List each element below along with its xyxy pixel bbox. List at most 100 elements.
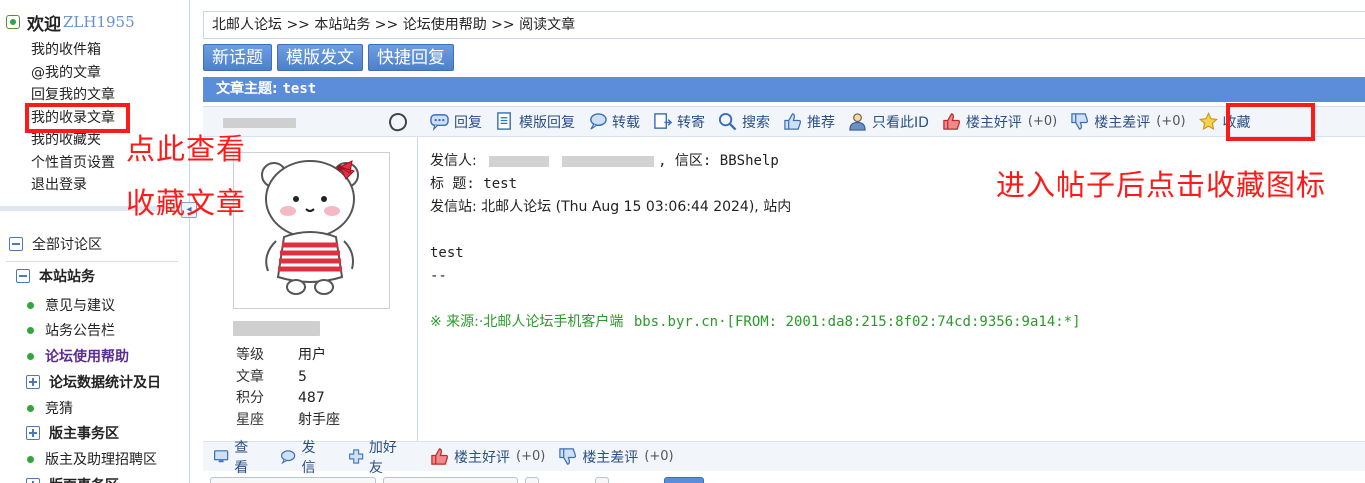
bottom-select-1[interactable]: [210, 477, 376, 483]
sender-nick-redacted: [561, 155, 654, 167]
welcome-text: 欢迎: [27, 14, 61, 35]
only-this-id-label: 只看此ID: [872, 114, 929, 131]
reply-label: 回复: [454, 114, 482, 131]
new-topic-button[interactable]: 新话题: [203, 44, 272, 71]
stat-row: 等级 用户: [236, 345, 340, 367]
from-line: 发信人: , 信区: BBShelp: [430, 150, 1081, 173]
bottom-select-2[interactable]: [383, 477, 518, 483]
tree-item-label: 版面事务区: [49, 475, 119, 483]
username-link[interactable]: ZLH1955: [63, 13, 135, 31]
tree-item[interactable]: 竞猜: [27, 395, 73, 421]
mail-label: 转寄: [677, 114, 705, 131]
bear-avatar-icon: [261, 160, 359, 295]
plus-icon: [348, 449, 363, 464]
view-profile-button[interactable]: 查看: [213, 437, 258, 477]
stat-value: 射手座: [298, 411, 340, 428]
bad-review-label: 楼主差评: [1094, 114, 1151, 131]
source-prefix[interactable]: ※ 来源:·北邮人论坛手机客户端: [430, 314, 623, 330]
collapse-icon[interactable]: [9, 237, 23, 251]
annotation-text-left-1: 点此查看: [126, 132, 247, 166]
breadcrumb: 北邮人论坛 >> 本站站务 >> 论坛使用帮助 >> 阅读文章: [203, 11, 1365, 39]
board-dot-icon: [27, 301, 34, 309]
tree-group[interactable]: 本站站务: [16, 263, 95, 289]
tree-item[interactable]: 版主及助理招聘区: [27, 446, 157, 472]
site-line: 发信站: 北邮人论坛 (Thu Aug 15 03:06:44 2024), 站…: [430, 199, 792, 215]
chat-icon: [281, 450, 296, 465]
stat-value: 5: [298, 368, 307, 385]
tree-subgroup[interactable]: 版主事务区: [26, 420, 119, 446]
add-friend-button[interactable]: 加好友: [348, 437, 405, 477]
stat-key: 等级: [236, 347, 264, 363]
avatar[interactable]: [233, 152, 390, 309]
tree-item-label: 版主事务区: [49, 426, 119, 442]
good-review-label: 楼主好评: [454, 449, 510, 466]
template-post-button[interactable]: 模版发文: [277, 44, 363, 71]
source-suffix: bbs.byr.cn·[FROM: 2001:da8:215:8f02:74cd…: [633, 314, 1081, 330]
recommend-button[interactable]: 推荐: [783, 112, 835, 132]
reply-button[interactable]: 回复: [430, 112, 482, 132]
star-icon: [1198, 112, 1218, 131]
pin-icon[interactable]: [386, 110, 410, 134]
welcome-header: 欢迎 ZLH1955: [6, 10, 135, 35]
forward-button[interactable]: 转载: [588, 112, 640, 132]
tree-subgroup[interactable]: 论坛数据统计及日: [26, 369, 161, 395]
author-nickname-redacted: [233, 321, 320, 336]
recommend-label: 推荐: [807, 114, 835, 131]
tree-item[interactable]: 站务公告栏: [27, 317, 115, 343]
bottom-checkbox-1[interactable]: [525, 477, 539, 483]
menu-at-me[interactable]: @我的文章: [31, 62, 115, 85]
add-friend-label: 加好友: [368, 439, 397, 476]
collapse-icon[interactable]: [16, 269, 30, 283]
search-button[interactable]: 搜索: [718, 112, 770, 132]
board-dot-icon: [27, 326, 34, 334]
stat-value: 用户: [298, 347, 326, 363]
tree-item-active[interactable]: 论坛使用帮助: [27, 343, 129, 369]
signature-separator: --: [430, 268, 447, 284]
menu-inbox[interactable]: 我的收件箱: [31, 39, 115, 62]
bottom-submit-button[interactable]: [664, 477, 704, 483]
online-status-icon: [6, 15, 20, 29]
search-icon: [718, 112, 737, 131]
tree-item-label: 站务公告栏: [45, 323, 115, 339]
menu-logout[interactable]: 退出登录: [31, 174, 115, 197]
bad-review-button[interactable]: 楼主差评 (+0): [1070, 112, 1186, 132]
tree-item-label: 论坛数据统计及日: [49, 375, 161, 391]
mail-button[interactable]: 转寄: [653, 112, 705, 132]
board-dot-icon: [27, 455, 34, 463]
board-dot-icon: [27, 352, 34, 360]
stat-value: 487: [298, 390, 325, 406]
send-message-button[interactable]: 发信: [280, 437, 325, 477]
good-review-button[interactable]: 楼主好评 (+0): [942, 112, 1057, 132]
quick-reply-button[interactable]: 快捷回复: [368, 44, 454, 71]
tree-subgroup[interactable]: 版面事务区: [26, 472, 119, 483]
only-this-id-button[interactable]: 只看此ID: [848, 112, 929, 132]
mail-icon: [654, 113, 672, 129]
subject-label: 文章主题:: [216, 81, 278, 97]
thumbs-up-icon: [784, 113, 802, 130]
expand-icon[interactable]: [26, 478, 40, 483]
view-label: 查看: [234, 439, 249, 476]
good-review-count: (+0): [516, 449, 546, 464]
body-content: test: [430, 245, 464, 261]
stat-row: 积分 487: [236, 388, 340, 410]
expand-icon[interactable]: [26, 375, 40, 389]
template-reply-button[interactable]: 模版回复: [495, 112, 575, 132]
author-footer: 查看 发信 加好友: [203, 440, 418, 476]
menu-home-settings[interactable]: 个性首页设置: [31, 152, 115, 175]
footer-bad-review-button[interactable]: 楼主差评 (+0): [558, 447, 674, 467]
post-toolbar: 新话题 模版发文 快捷回复: [203, 44, 454, 71]
expand-icon[interactable]: [26, 426, 40, 440]
stat-key: 星座: [236, 411, 264, 428]
post-action-bar: 回复 模版回复 转载 转寄 搜索 推荐 只看此ID 楼主好评 (+0) 楼主差评…: [418, 107, 1365, 137]
footer-good-review-button[interactable]: 楼主好评 (+0): [430, 447, 545, 467]
tree-item[interactable]: 意见与建议: [27, 292, 115, 318]
source-line: ※ 来源:·北邮人论坛手机客户端 bbs.byr.cn·[FROM: 2001:…: [430, 311, 1081, 334]
good-review-label: 楼主好评: [965, 114, 1022, 131]
tree-item-label: 意见与建议: [45, 298, 115, 314]
bottom-checkbox-2[interactable]: [595, 477, 609, 483]
post-footer-bar: 楼主好评 (+0) 楼主差评 (+0): [418, 441, 1365, 471]
forward-label: 转载: [612, 114, 640, 131]
tree-divider: [6, 261, 178, 262]
tree-root[interactable]: 全部讨论区: [9, 231, 102, 257]
